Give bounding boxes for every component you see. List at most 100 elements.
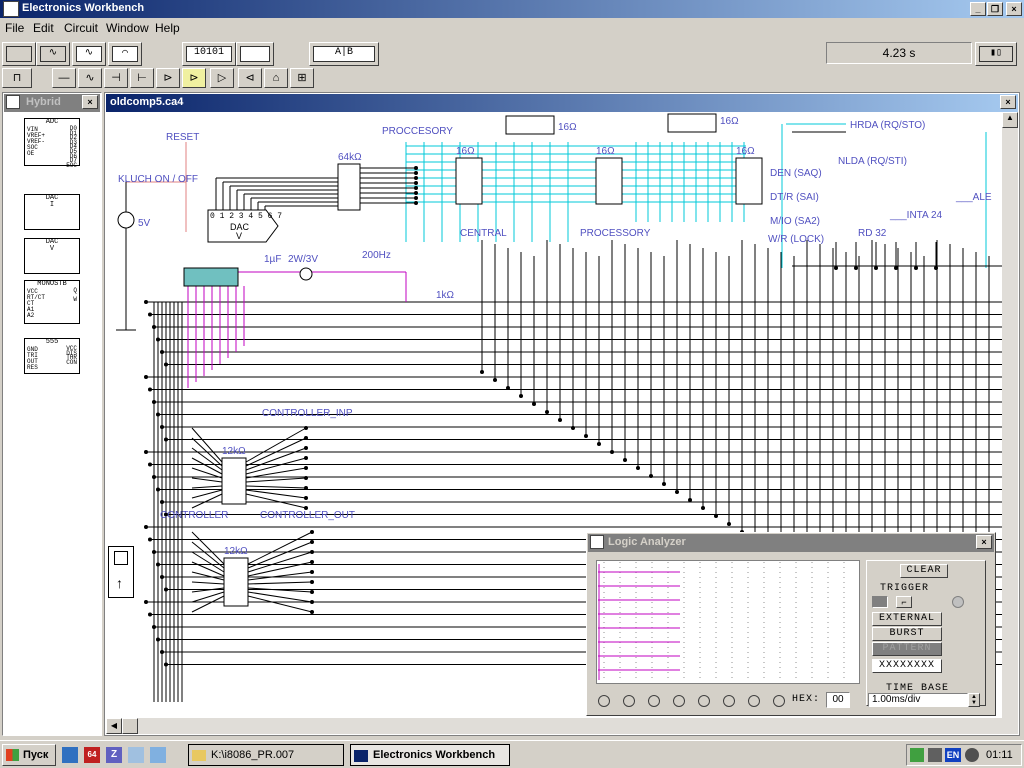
rom-component[interactable]: ↑ — [108, 546, 134, 598]
pattern-button[interactable]: PATTERN — [872, 642, 942, 656]
word-generator-instrument[interactable] — [183, 267, 239, 287]
word-generator-label: 10101 — [186, 46, 232, 62]
part-dac-i[interactable]: DAC I — [24, 194, 80, 230]
resistor-pack-16-a[interactable] — [455, 157, 483, 205]
scroll-up-arrow-icon[interactable]: ▲ — [1002, 112, 1018, 128]
time-base-value[interactable]: 1.00ms/div — [868, 693, 968, 707]
parts-bin-button-7[interactable]: ⊳ — [182, 68, 206, 88]
network-icon[interactable] — [128, 747, 144, 763]
logic-analyzer-display[interactable] — [596, 560, 860, 684]
label-ale: ___ALE — [955, 192, 992, 203]
pattern-value[interactable]: XXXXXXXX — [872, 659, 942, 673]
burst-button[interactable]: BURST — [872, 627, 942, 641]
logic-input-terminal-icon[interactable] — [748, 695, 760, 707]
oscilloscope-button[interactable]: ∿ — [72, 42, 106, 66]
logic-input-terminal-icon[interactable] — [598, 695, 610, 707]
ie-icon[interactable] — [62, 747, 78, 763]
label-r16-2: 16Ω — [596, 146, 615, 157]
logic-input-terminal-icon[interactable] — [773, 695, 785, 707]
time-base-spinner-icon[interactable]: ▲ ▼ — [968, 693, 980, 707]
menu-file[interactable]: File — [5, 21, 24, 35]
parts-bin-button-5[interactable]: ⊢ — [130, 68, 154, 88]
parts-bin-button-1[interactable]: ⊓ — [2, 68, 32, 88]
logic-input-terminal-icon[interactable] — [623, 695, 635, 707]
hex-label: HEX: — [792, 694, 821, 705]
clear-button[interactable]: CLEAR — [900, 564, 948, 578]
label-r16-3: 16Ω — [736, 146, 755, 157]
word-generator-button[interactable]: 10101 — [182, 42, 236, 66]
logic-input-terminal-icon[interactable] — [723, 695, 735, 707]
power-switch[interactable]: ▮▯ — [975, 42, 1017, 66]
parts-bin-button-8[interactable]: ▷ — [210, 68, 234, 88]
label-rd: RD 32 — [858, 228, 887, 239]
tray-pen-icon[interactable] — [928, 748, 942, 762]
close-button[interactable]: × — [1006, 2, 1022, 16]
label-buzzer: 200Hz — [362, 250, 391, 261]
app64-icon[interactable]: 64 — [84, 747, 100, 763]
tray-app-icon[interactable] — [910, 748, 924, 762]
resistor-pack-16-d[interactable] — [505, 115, 555, 135]
dac-sub: V — [236, 231, 242, 241]
restore-button[interactable]: ❐ — [987, 2, 1003, 16]
circuit-close-button[interactable]: × — [1000, 95, 1016, 109]
resistor-pack-12k-a[interactable] — [221, 457, 247, 505]
part-monostb[interactable]: MONOSTB VCC RT/CT CT A1 A2 Q W — [24, 280, 80, 324]
part-dac-v[interactable]: DAC V — [24, 238, 80, 274]
parts-bin-button-3[interactable]: ∿ — [78, 68, 102, 88]
task-workbench[interactable]: Electronics Workbench — [350, 744, 510, 766]
resistor-pack-16-b[interactable] — [595, 157, 623, 205]
menu-circuit[interactable]: Circuit — [64, 21, 98, 35]
resistor-pack-64k[interactable] — [337, 163, 361, 211]
logic-converter-button[interactable]: A|B — [309, 42, 379, 66]
arrow-up-icon: ↑ — [116, 575, 123, 591]
logic-input-terminal-icon[interactable] — [648, 695, 660, 707]
bode-plotter-button[interactable]: ⌒ — [108, 42, 142, 66]
parts-bin-button-6[interactable]: ⊳ — [156, 68, 180, 88]
parts-bin-button-10[interactable]: ⌂ — [264, 68, 288, 88]
part-555[interactable]: 555 GND TRI OUT RES VCC DIS THR CON — [24, 338, 80, 374]
resistor-pack-12k-b[interactable] — [223, 557, 249, 607]
parts-bin-titlebar: Hybrid × — [4, 94, 100, 112]
parts-bin-button-11[interactable]: ⊞ — [290, 68, 314, 88]
external-button[interactable]: EXTERNAL — [872, 612, 942, 626]
part-adc[interactable]: ADC VIN VREF+ VREF- SOC OE D0 D1 D2 D3 D4 … — [24, 118, 80, 168]
minimize-button[interactable]: _ — [970, 2, 986, 16]
battery-5v[interactable] — [116, 180, 136, 331]
resistor-pack-16-e[interactable] — [667, 113, 717, 133]
parts-bin-title: Hybrid — [26, 96, 61, 108]
part-pins-left: VCC RT/CT CT A1 A2 — [27, 288, 46, 319]
function-generator-button[interactable]: ∿ — [36, 42, 70, 66]
logic-input-terminal-icon[interactable] — [698, 695, 710, 707]
logic-input-terminal-icon[interactable] — [673, 695, 685, 707]
parts-bin-close-button[interactable]: × — [82, 95, 98, 109]
tray-clock-icon[interactable] — [965, 748, 979, 762]
circuit-hscrollbar[interactable]: ◀ — [106, 718, 1018, 734]
app-title: Electronics Workbench — [22, 2, 145, 14]
resistor-pack-16-c[interactable] — [735, 157, 763, 205]
multimeter-button[interactable] — [2, 42, 36, 66]
label-cap: 1µF — [264, 254, 281, 265]
menu-window[interactable]: Window — [106, 21, 149, 35]
tray-lang[interactable]: EN — [945, 748, 961, 762]
trigger-indicator-icon — [952, 596, 964, 608]
label-wr: W/R (LOCK) — [768, 234, 824, 245]
clock: 01:11 — [986, 749, 1013, 761]
parts-bin-button-4[interactable]: ⊣ — [104, 68, 128, 88]
scroll-left-arrow-icon[interactable]: ◀ — [106, 718, 122, 734]
menu-edit[interactable]: Edit — [33, 21, 54, 35]
trigger-rising-edge-icon[interactable] — [872, 596, 888, 608]
menu-help[interactable]: Help — [155, 21, 180, 35]
part-pins-right: Q W — [73, 287, 77, 304]
trigger-falling-edge-icon[interactable]: ⌐ — [896, 596, 912, 608]
circuit-vscrollbar[interactable]: ▲ — [1002, 112, 1018, 718]
zeta-icon[interactable]: Z — [106, 747, 122, 763]
logic-analyzer-close-button[interactable]: × — [976, 535, 992, 549]
logic-analyzer-button[interactable] — [236, 42, 274, 66]
parts-bin-button-2[interactable]: — — [52, 68, 76, 88]
desktop-icon[interactable] — [150, 747, 166, 763]
task-folder[interactable]: K:\i8086_PR.007 — [188, 744, 344, 766]
lamp-component[interactable] — [299, 267, 313, 281]
simulation-time: 4.23 s — [826, 42, 972, 64]
scroll-thumb[interactable] — [122, 718, 138, 734]
parts-bin-button-9[interactable]: ⊲ — [238, 68, 262, 88]
